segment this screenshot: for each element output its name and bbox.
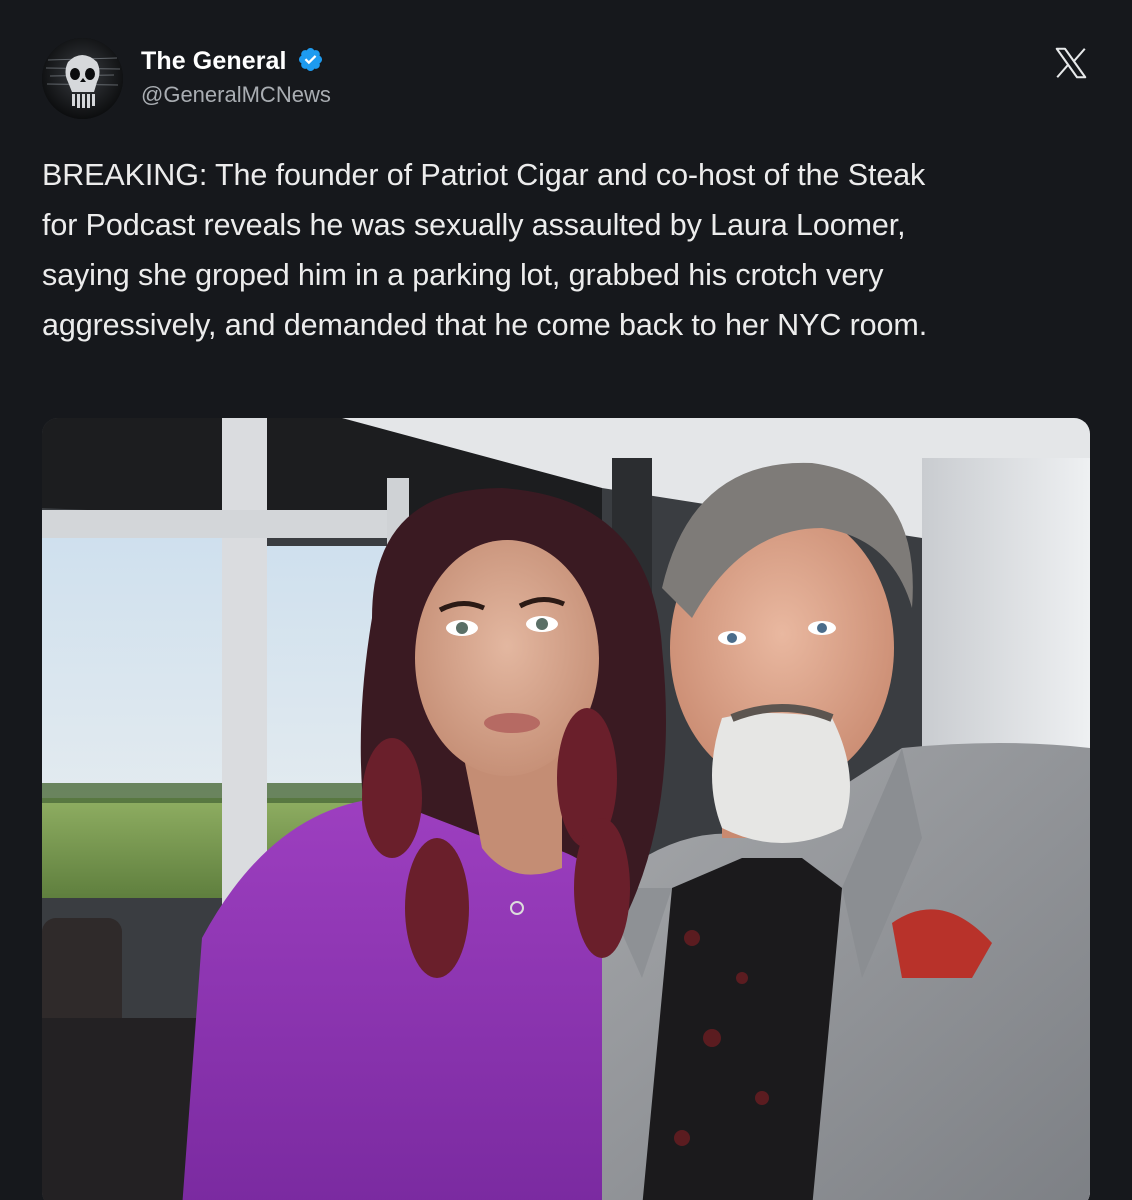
author-info: The General @GeneralMCNews xyxy=(141,47,331,108)
x-logo-icon[interactable] xyxy=(1052,44,1090,82)
selfie-photo xyxy=(42,418,1090,1200)
post-card: The General @GeneralMCNews BREAKING: The… xyxy=(0,0,1132,1200)
post-header: The General @GeneralMCNews xyxy=(42,38,1102,122)
post-text-line: saying she groped him in a parking lot, … xyxy=(42,258,884,292)
skull-avatar-icon xyxy=(42,38,123,119)
verified-badge-icon xyxy=(299,47,323,72)
user-handle[interactable]: @GeneralMCNews xyxy=(141,82,331,108)
display-name[interactable]: The General xyxy=(141,47,287,76)
avatar[interactable] xyxy=(42,38,123,119)
post-photo[interactable] xyxy=(42,418,1090,1200)
post-text-line: for Podcast reveals he was sexually assa… xyxy=(42,208,906,242)
post-text-line: aggressively, and demanded that he come … xyxy=(42,308,928,342)
post-text: BREAKING: The founder of Patriot Cigar a… xyxy=(42,150,1102,350)
post-text-line: BREAKING: The founder of Patriot Cigar a… xyxy=(42,158,926,192)
